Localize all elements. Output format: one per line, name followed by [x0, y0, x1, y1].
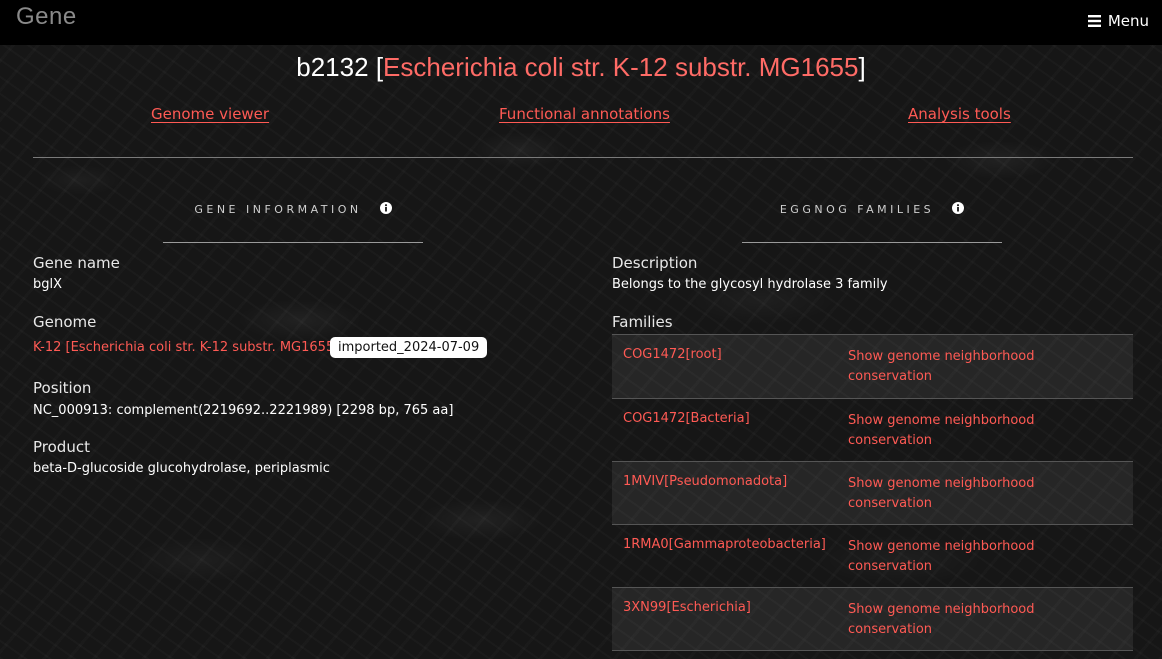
eggnog-families-heading-text: EGGNOG FAMILIES [779, 203, 935, 216]
menu-button[interactable]: Menu [1087, 12, 1149, 30]
top-navbar: Gene Menu [0, 0, 1162, 45]
page-title: b2132 [Escherichia coli str. K-12 substr… [0, 52, 1162, 83]
product-value: beta-D-glucoside glucohydrolase, peripla… [33, 461, 330, 476]
description-value: Belongs to the glycosyl hydrolase 3 fami… [612, 277, 888, 292]
divider [33, 157, 1133, 158]
tab-analysis-tools[interactable]: Analysis tools [908, 105, 1011, 123]
show-neighborhood-link[interactable]: Show genome neighborhood conservation [848, 411, 1078, 451]
info-icon[interactable] [379, 202, 392, 217]
table-row: COG1472[root] Show genome neighborhood c… [612, 335, 1133, 399]
gene-id: b2132 [296, 52, 369, 82]
table-row: COG1472[Bacteria] Show genome neighborho… [612, 399, 1133, 462]
gene-name-value: bglX [33, 277, 63, 292]
table-row: 3XN99[Escherichia] Show genome neighborh… [612, 588, 1133, 651]
genome-version-badge: imported_2024-07-09 [330, 337, 488, 358]
position-value: NC_000913: complement(2219692..2221989) … [33, 403, 454, 418]
info-icon[interactable] [952, 202, 965, 217]
family-link[interactable]: 3XN99[Escherichia] [623, 600, 751, 615]
show-neighborhood-link[interactable]: Show genome neighborhood conservation [848, 347, 1078, 387]
position-label: Position [33, 379, 92, 397]
table-row: 1RMA0[Gammaproteobacteria] Show genome n… [612, 525, 1133, 588]
menu-label: Menu [1107, 12, 1149, 30]
family-link[interactable]: COG1472[Bacteria] [623, 411, 750, 426]
show-neighborhood-link[interactable]: Show genome neighborhood conservation [848, 537, 1078, 577]
gene-information-rule [163, 242, 423, 243]
families-table: COG1472[root] Show genome neighborhood c… [612, 334, 1133, 651]
genome-link[interactable]: K-12 [Escherichia coli str. K-12 substr.… [33, 340, 339, 355]
gene-information-heading-text: GENE INFORMATION [194, 203, 362, 216]
tab-functional-annotations[interactable]: Functional annotations [499, 105, 670, 123]
genome-label: Genome [33, 313, 97, 331]
family-link[interactable]: 1RMA0[Gammaproteobacteria] [623, 537, 826, 552]
product-label: Product [33, 438, 90, 456]
show-neighborhood-link[interactable]: Show genome neighborhood conservation [848, 474, 1078, 514]
organism-name: Escherichia coli str. K-12 substr. MG165… [383, 52, 859, 82]
title-open-bracket: [ [375, 52, 384, 82]
hamburger-icon [1087, 15, 1101, 27]
brand-title[interactable]: Gene [16, 3, 77, 31]
families-label: Families [612, 313, 673, 331]
gene-name-label: Gene name [33, 254, 120, 272]
family-link[interactable]: COG1472[root] [623, 347, 722, 362]
family-link[interactable]: 1MVIV[Pseudomonadota] [623, 474, 787, 489]
description-label: Description [612, 254, 698, 272]
tab-genome-viewer[interactable]: Genome viewer [151, 105, 269, 123]
title-close-bracket: ] [858, 52, 866, 82]
table-row: 1MVIV[Pseudomonadota] Show genome neighb… [612, 462, 1133, 525]
eggnog-families-heading: EGGNOG FAMILIES [742, 202, 1002, 217]
show-neighborhood-link[interactable]: Show genome neighborhood conservation [848, 600, 1078, 640]
eggnog-families-rule [742, 242, 1002, 243]
gene-information-heading: GENE INFORMATION [163, 202, 423, 217]
